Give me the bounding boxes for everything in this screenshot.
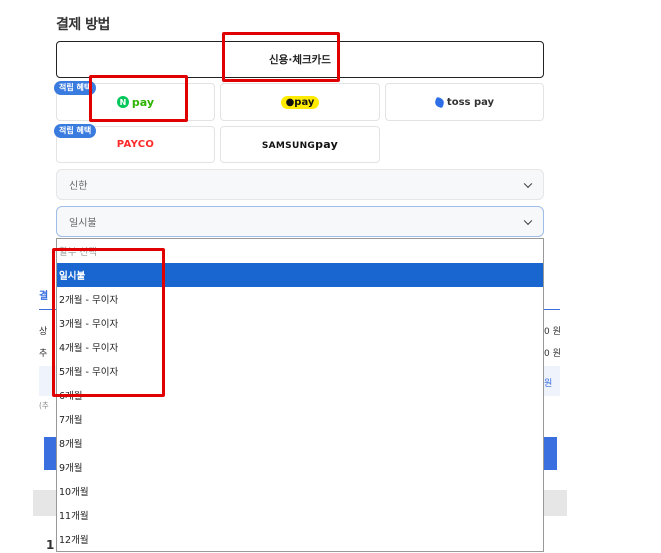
- installment-value: 일시불: [69, 218, 97, 229]
- installment-select[interactable]: 일시불: [56, 206, 544, 237]
- option-11-months[interactable]: 11개월: [57, 503, 543, 527]
- summary-heading: 결: [39, 291, 49, 302]
- note-text: (추: [39, 401, 49, 410]
- extra-amount-value: 0 원: [544, 349, 561, 359]
- option-7-months[interactable]: 7개월: [57, 407, 543, 431]
- annotation-box-npay: [89, 75, 188, 122]
- option-8-months[interactable]: 8개월: [57, 431, 543, 455]
- total-unit: 원: [544, 379, 553, 389]
- samsungpay-logo: SAMSUNGpay: [262, 138, 338, 151]
- kakaopay-logo: ●pay: [280, 95, 320, 109]
- annotation-box-installments: [52, 248, 165, 397]
- footer-fragment: 1: [46, 538, 55, 552]
- payco-reward-badge: 적립 혜택: [54, 124, 97, 138]
- kakaopay-button[interactable]: ●pay: [220, 83, 380, 121]
- kakao-bubble-icon: ●: [285, 96, 295, 108]
- toss-icon: [433, 96, 446, 108]
- chevron-down-icon: [523, 216, 533, 225]
- option-10-months[interactable]: 10개월: [57, 479, 543, 503]
- option-9-months[interactable]: 9개월: [57, 455, 543, 479]
- samsungpay-button[interactable]: SAMSUNGpay: [220, 126, 380, 163]
- payco-logo: PAYCO: [116, 139, 155, 150]
- samsungpay-label: pay: [315, 138, 339, 151]
- kakaopay-label: pay: [294, 96, 315, 108]
- card-company-select[interactable]: 신한: [56, 169, 544, 200]
- tosspay-label: toss pay: [446, 96, 495, 108]
- product-amount-value: 0 원: [544, 327, 561, 337]
- option-12-months[interactable]: 12개월: [57, 527, 543, 551]
- samsung-brand: SAMSUNG: [261, 141, 316, 151]
- payment-method-title: 결제 방법: [56, 17, 110, 33]
- card-company-value: 신한: [69, 181, 88, 192]
- extra-amount-label: 추: [39, 349, 48, 359]
- chevron-down-icon: [523, 179, 533, 188]
- tosspay-logo: toss pay: [433, 96, 495, 108]
- annotation-box-card: [222, 32, 340, 82]
- product-amount-label: 상: [39, 327, 48, 337]
- tosspay-button[interactable]: toss pay: [385, 83, 544, 121]
